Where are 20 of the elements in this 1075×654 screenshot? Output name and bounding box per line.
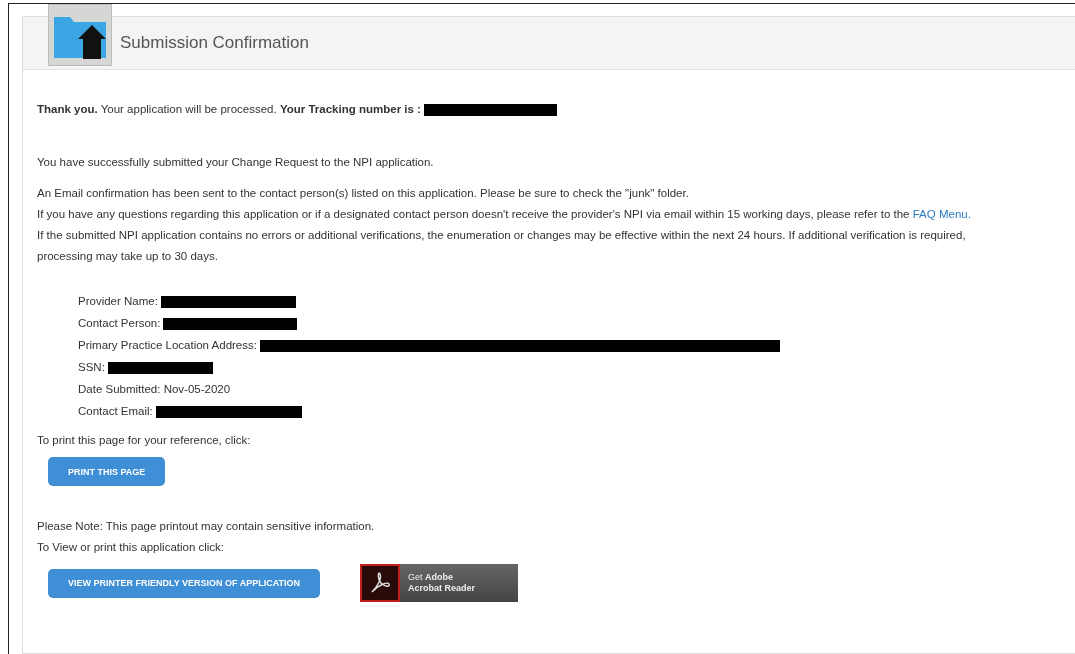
notice-text: If the submitted NPI application contains no errors or additional verifications, the enumeration or changes may be effective within the next 24 hours. If additional verification is required, processing may take up to 30 days. xyxy=(37,228,967,264)
note-text: Please Note: This page printout may contain sensitive information. xyxy=(37,520,375,532)
detail-label: Date Submitted: Nov-05-2020 xyxy=(78,383,231,395)
notice-text: If you have any questions regarding this application or if a designated contact person doesn't receive the provider's NPI via email within 15 working days, please refer to the FAQ Menu. xyxy=(37,207,972,222)
faq-link[interactable]: FAQ Menu. xyxy=(912,208,971,220)
success-message: You have successfully submitted your Change Request to the NPI application. xyxy=(37,155,435,170)
printer-friendly-button[interactable]: VIEW PRINTER FRIENDLY VERSION OF APPLICATION xyxy=(48,568,321,598)
detail-label: Contact Person: xyxy=(78,317,161,329)
pdf-icon xyxy=(360,564,401,602)
notice-text: An Email confirmation has been sent to the contact person(s) listed on this application. Please be sure to check the "junk" folder. xyxy=(37,186,690,201)
page-title: Submission Confirmation xyxy=(120,33,309,53)
view-prompt: To View or print this application click: xyxy=(37,541,225,553)
print-prompt: To print this page for your reference, click: xyxy=(37,434,251,446)
adobe-reader-badge[interactable]: Get Adobe Acrobat Reader xyxy=(360,564,519,602)
print-button[interactable]: PRINT THIS PAGE xyxy=(48,457,166,486)
detail-label: Primary Practice Location Address: xyxy=(78,339,257,351)
detail-label: SSN: xyxy=(78,361,105,373)
thank-you-message: Thank you. Your application will be processed. Your Tracking number is : xyxy=(37,103,421,115)
detail-label: Provider Name: xyxy=(78,295,158,307)
detail-label: Contact Email: xyxy=(78,405,153,417)
